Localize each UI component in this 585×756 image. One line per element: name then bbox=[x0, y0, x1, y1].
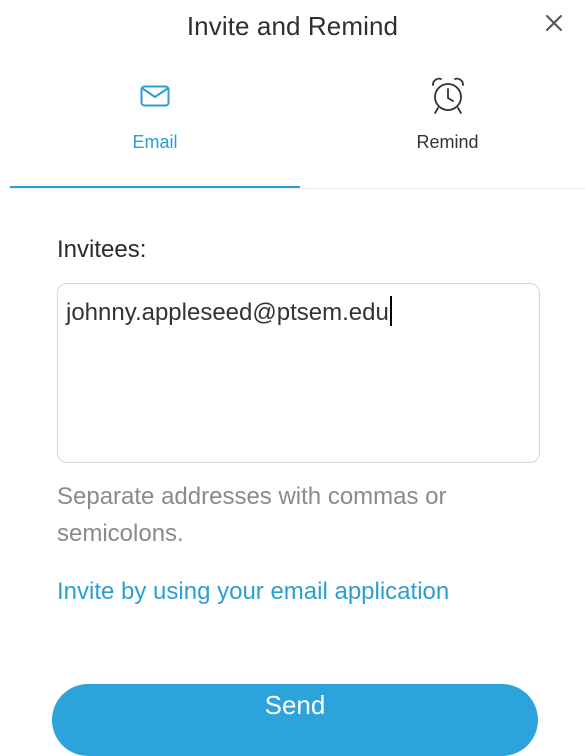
envelope-icon bbox=[139, 80, 171, 112]
send-button-label: Send bbox=[264, 690, 326, 720]
invitees-value: johnny.appleseed@ptsem.edu bbox=[66, 299, 389, 326]
tab-remind[interactable]: Remind bbox=[310, 70, 585, 188]
tab-bar: Email Remind bbox=[10, 70, 585, 190]
tab-email-label: Email bbox=[132, 132, 178, 152]
invite-by-email-app-link[interactable]: Invite by using your email application bbox=[57, 573, 517, 610]
close-icon[interactable] bbox=[541, 10, 567, 36]
tab-remind-label: Remind bbox=[416, 132, 479, 152]
invitees-input[interactable]: johnny.appleseed@ptsem.edu bbox=[57, 283, 540, 463]
tabs-divider bbox=[10, 188, 585, 189]
invitees-label: Invitees: bbox=[57, 236, 147, 263]
invitees-value-wrap: johnny.appleseed@ptsem.edu bbox=[66, 296, 392, 327]
send-button[interactable]: Send bbox=[52, 684, 538, 756]
dialog-title: Invite and Remind bbox=[186, 11, 399, 41]
alarm-clock-icon bbox=[428, 75, 468, 117]
text-caret bbox=[389, 296, 392, 326]
tab-email[interactable]: Email bbox=[10, 70, 300, 189]
invitees-hint: Separate addresses with commas or semico… bbox=[57, 483, 447, 547]
dialog-header: Invite and Remind bbox=[0, 0, 585, 56]
